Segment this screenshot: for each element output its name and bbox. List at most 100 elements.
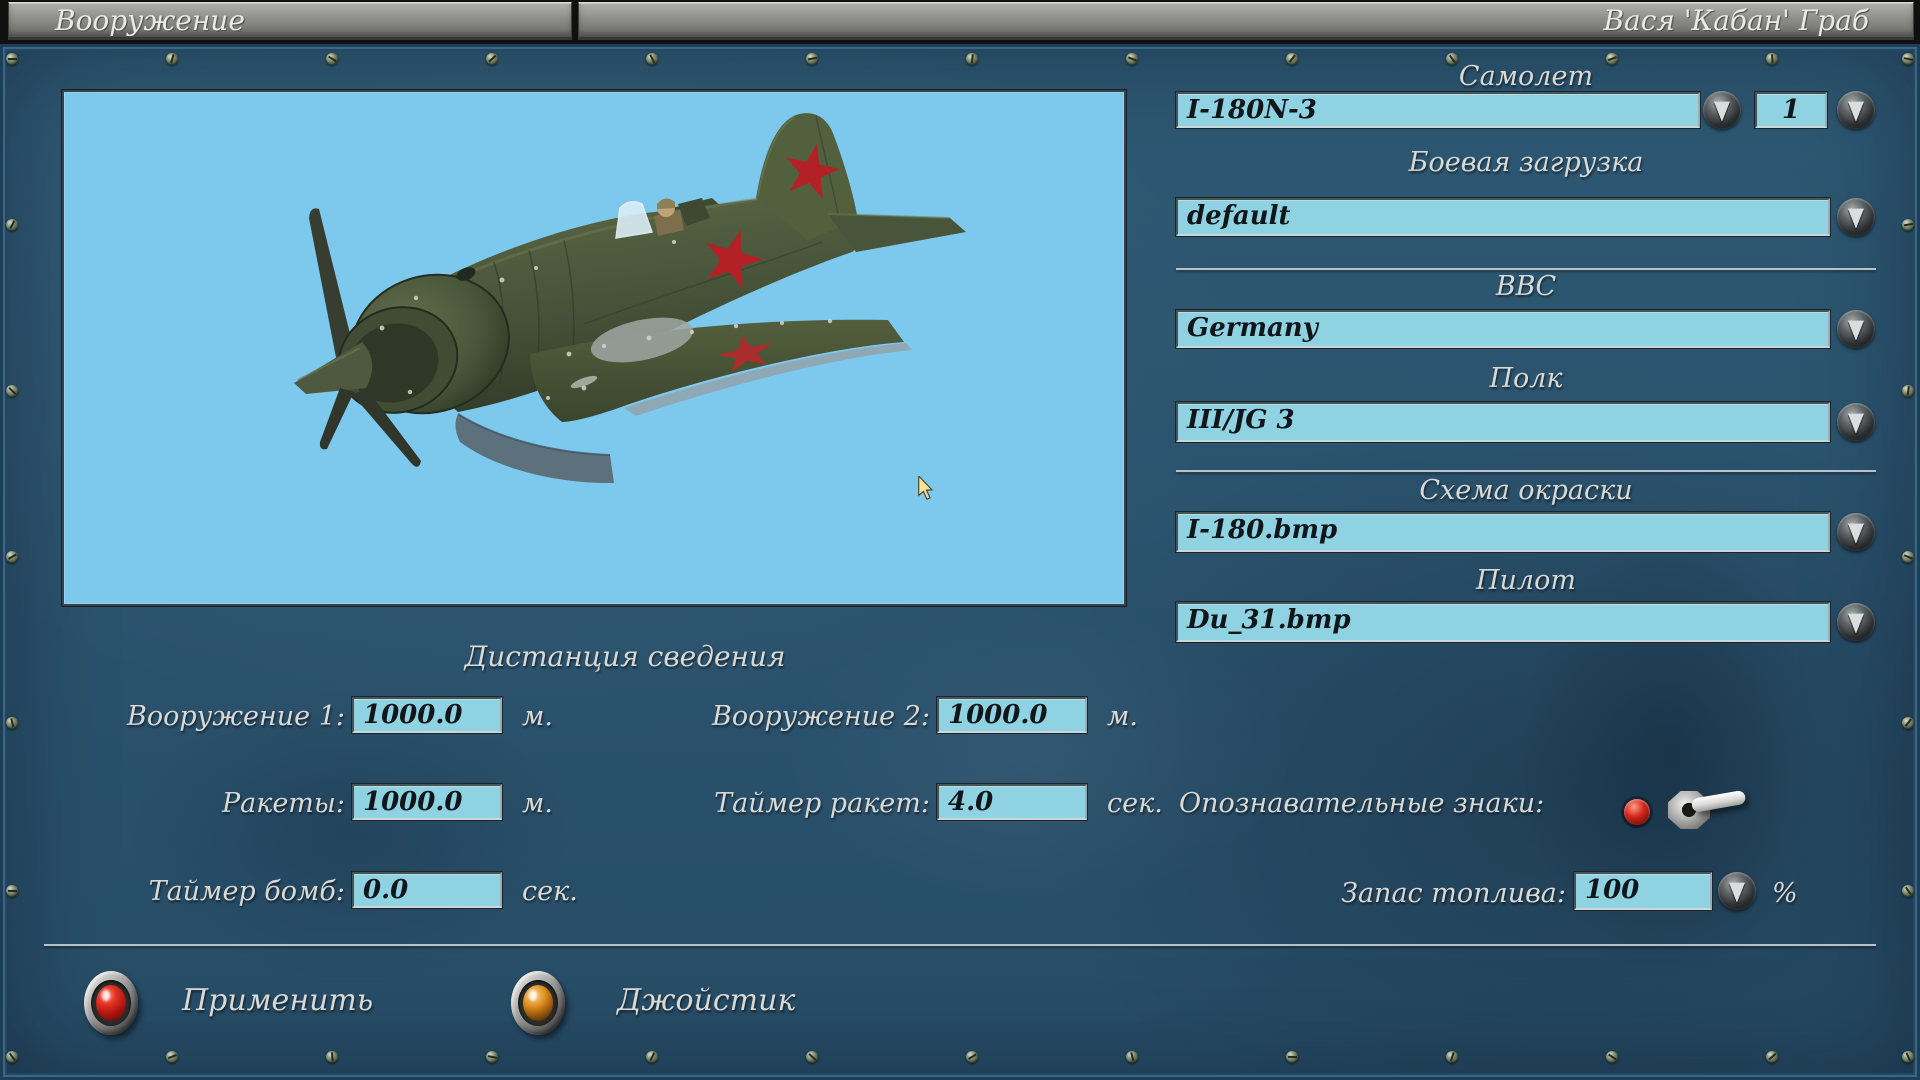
aircraft-count-dropdown-button[interactable]: ▼ <box>1837 91 1875 129</box>
weapon2-unit: м. <box>1107 701 1138 732</box>
rivet-screw <box>1126 1051 1138 1063</box>
rivet-screw <box>6 219 18 231</box>
dropdown-arrow-icon: ▼ <box>1847 606 1865 637</box>
bomb-timer-label: Таймер бомб: <box>148 876 345 907</box>
rivet-screw <box>1902 1051 1914 1063</box>
aircraft-label: Самолет <box>1458 61 1594 92</box>
rivet-screw <box>486 53 498 65</box>
rivet-screw <box>1126 53 1138 65</box>
section-separator <box>1176 470 1876 472</box>
rivet-screw <box>6 53 18 65</box>
rivet-screw <box>1902 885 1914 897</box>
rivet-screw <box>166 53 178 65</box>
rivet-screw <box>1902 385 1914 397</box>
joystick-button-label: Джойстик <box>617 983 796 1018</box>
rivet-screw <box>1902 717 1914 729</box>
joystick-button-amber-lamp <box>523 985 553 1021</box>
markings-label: Опознавательные знаки: <box>1179 788 1545 819</box>
rivet-screw <box>966 1051 978 1063</box>
regiment-dropdown-button[interactable]: ▼ <box>1837 403 1875 441</box>
rivet-screw <box>806 53 818 65</box>
pilot-skin-label: Пилот <box>1476 565 1576 596</box>
airforce-label: ВВС <box>1495 271 1557 302</box>
rivet-screw <box>6 551 18 563</box>
dropdown-arrow-icon: ▼ <box>1847 201 1865 232</box>
dropdown-arrow-icon: ▼ <box>1847 313 1865 344</box>
rocket-timer-input[interactable]: 4.0 <box>937 784 1087 820</box>
rivet-screw <box>1766 1051 1778 1063</box>
titlebar-screen-section: Вооружение <box>8 2 572 40</box>
dropdown-arrow-icon: ▼ <box>1728 875 1746 906</box>
weapon1-unit: м. <box>522 701 553 732</box>
pilot-skin-select[interactable]: Du_31.bmp <box>1176 602 1830 642</box>
convergence-title: Дистанция сведения <box>464 640 786 673</box>
aircraft-preview-render <box>294 113 966 484</box>
bomb-timer-unit: сек. <box>522 876 578 907</box>
titlebar-pilot-section: Вася 'Кабан' Граб <box>578 2 1914 40</box>
fuel-input[interactable]: 100 <box>1574 872 1712 910</box>
regiment-label: Полк <box>1489 363 1563 394</box>
rivet-screw <box>1286 1051 1298 1063</box>
rocket-timer-unit: сек. <box>1107 788 1163 819</box>
weapon1-label: Вооружение 1: <box>127 701 345 732</box>
dropdown-arrow-icon: ▼ <box>1847 516 1865 547</box>
pilot-skin-dropdown-button[interactable]: ▼ <box>1837 603 1875 641</box>
aircraft-select[interactable]: I-180N-3 <box>1176 92 1700 128</box>
airforce-select[interactable]: Germany <box>1176 310 1830 348</box>
aircraft-preview <box>62 90 1126 606</box>
titlebar: Вооружение Вася 'Кабан' Граб <box>0 0 1920 44</box>
apply-button-red-lamp <box>96 985 126 1021</box>
fuel-label: Запас топлива: <box>1341 878 1566 909</box>
rivet-screw <box>1902 53 1914 65</box>
rivet-screw <box>1902 551 1914 563</box>
fuel-unit: % <box>1772 878 1798 909</box>
rivet-screw <box>1446 1051 1458 1063</box>
rivet-screw <box>1606 1051 1618 1063</box>
loadout-label: Боевая загрузка <box>1408 147 1644 178</box>
skin-select[interactable]: I-180.bmp <box>1176 512 1830 552</box>
pilot-name: Вася 'Кабан' Граб <box>1603 4 1869 37</box>
rockets-label: Ракеты: <box>221 788 345 819</box>
rivet-screw <box>966 53 978 65</box>
skin-dropdown-button[interactable]: ▼ <box>1837 513 1875 551</box>
rivet-screw <box>6 885 18 897</box>
actions-separator <box>44 944 1876 946</box>
loadout-select[interactable]: default <box>1176 198 1830 236</box>
bomb-timer-input[interactable]: 0.0 <box>352 872 502 908</box>
rivet-screw <box>486 1051 498 1063</box>
rivet-screw <box>806 1051 818 1063</box>
armament-screen: Вооружение Вася 'Кабан' Граб Самолет I-1… <box>0 0 1920 1080</box>
chin-intake <box>455 413 614 484</box>
fuel-dropdown-button[interactable]: ▼ <box>1718 872 1756 910</box>
propeller-spinner <box>294 342 373 394</box>
joystick-button[interactable] <box>511 971 565 1035</box>
airforce-dropdown-button[interactable]: ▼ <box>1837 310 1875 348</box>
weapon2-input[interactable]: 1000.0 <box>937 697 1087 733</box>
aircraft-dropdown-button[interactable]: ▼ <box>1703 91 1741 129</box>
weapon1-input[interactable]: 1000.0 <box>352 697 502 733</box>
dropdown-arrow-icon: ▼ <box>1713 94 1731 125</box>
rockets-unit: м. <box>522 788 553 819</box>
rockets-input[interactable]: 1000.0 <box>352 784 502 820</box>
rocket-timer-label: Таймер ракет: <box>714 788 930 819</box>
rivet-screw <box>326 1051 338 1063</box>
rivet-screw <box>646 1051 658 1063</box>
rivet-screw <box>326 53 338 65</box>
dropdown-arrow-icon: ▼ <box>1847 94 1865 125</box>
aircraft-count-field[interactable]: 1 <box>1755 92 1827 128</box>
markings-indicator-lamp <box>1624 799 1650 825</box>
regiment-select[interactable]: III/JG 3 <box>1176 402 1830 442</box>
loadout-dropdown-button[interactable]: ▼ <box>1837 198 1875 236</box>
screen-title: Вооружение <box>55 4 245 37</box>
skin-label: Схема окраски <box>1419 475 1633 506</box>
rivet-screw <box>6 385 18 397</box>
dropdown-arrow-icon: ▼ <box>1847 406 1865 437</box>
rivet-screw <box>646 53 658 65</box>
rivet-screw <box>166 1051 178 1063</box>
weapon2-label: Вооружение 2: <box>712 701 930 732</box>
apply-button[interactable] <box>84 971 138 1035</box>
apply-button-label: Применить <box>182 983 374 1018</box>
rivet-screw <box>1902 219 1914 231</box>
rivet-screw <box>6 1051 18 1063</box>
rivet-screw <box>6 717 18 729</box>
